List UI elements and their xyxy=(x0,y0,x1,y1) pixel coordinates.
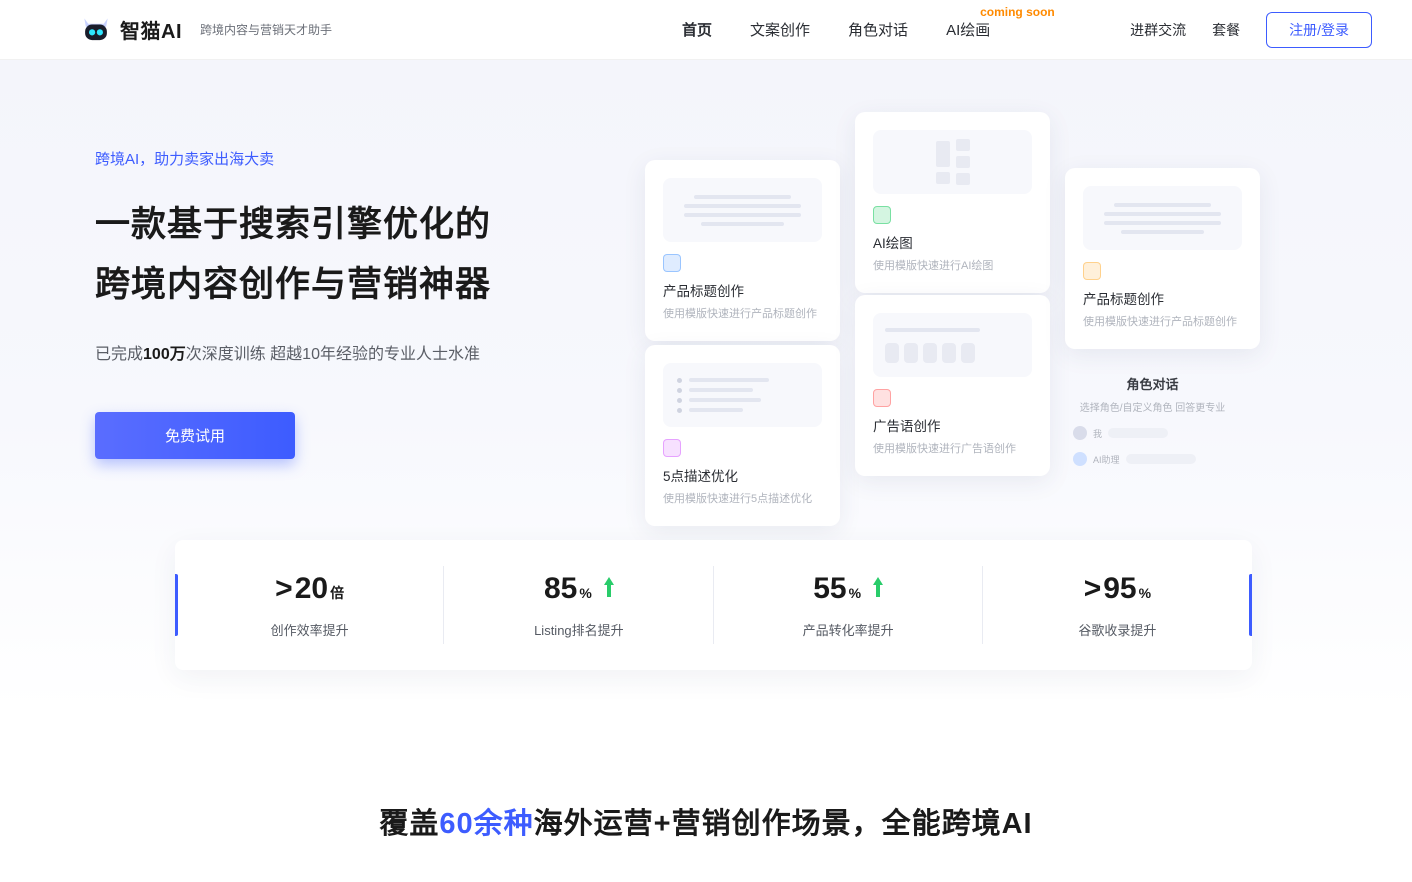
feature-card-sub: 选择角色/自定义角色 回答更专业 xyxy=(1065,399,1240,414)
stat-listing-rank: 85 % Listing排名提升 xyxy=(444,540,713,670)
feature-card-title: 角色对话 xyxy=(1065,374,1240,393)
stat-label: 产品转化率提升 xyxy=(803,620,894,639)
main-nav: 首页 文案创作 角色对话 AI绘画 coming soon xyxy=(682,19,990,40)
brand-tagline: 跨境内容与营销天才助手 xyxy=(200,21,332,38)
chat-line-user: 我 xyxy=(1065,426,1240,440)
arrow-up-icon xyxy=(863,576,885,598)
stat-prefix: > xyxy=(1084,572,1102,606)
feature-card-sub: 使用模版快速进行产品标题创作 xyxy=(663,305,822,321)
coming-soon-badge: coming soon xyxy=(980,5,1055,19)
card-thumb-placeholder xyxy=(663,178,822,242)
cat-robot-icon xyxy=(80,16,112,44)
hero-title-line2: 跨境内容创作与营销神器 xyxy=(95,255,655,315)
feature-card-title: 广告语创作 xyxy=(873,415,1032,435)
nav-ai-paint[interactable]: AI绘画 coming soon xyxy=(946,19,990,40)
brand-logo[interactable]: 智猫AI 跨境内容与营销天才助手 xyxy=(80,15,332,44)
chat-line-ai: AI助理 xyxy=(1065,452,1240,466)
scenarios-section-title: 覆盖60余种海外运营+营销创作场景，全能跨境AI xyxy=(0,800,1412,842)
header-actions: 进群交流 套餐 注册/登录 xyxy=(1130,12,1372,48)
card-thumb-placeholder xyxy=(873,313,1032,377)
feature-card-product-title[interactable]: 产品标题创作 使用模版快速进行产品标题创作 xyxy=(645,160,840,341)
stat-prefix: > xyxy=(275,572,293,606)
stat-value: 20 xyxy=(295,572,328,606)
hero-tagline: 跨境AI，助力卖家出海大卖 xyxy=(95,148,655,169)
card-thumb-placeholder xyxy=(873,130,1032,194)
hero-title-line1: 一款基于搜索引擎优化的 xyxy=(95,195,655,255)
nav-ai-paint-label: AI绘画 xyxy=(946,22,990,39)
stat-unit: % xyxy=(849,585,861,601)
feature-card-five-point[interactable]: 5点描述优化 使用模版快速进行5点描述优化 xyxy=(645,345,840,526)
feature-card-sub: 使用模版快速进行AI绘图 xyxy=(873,257,1032,273)
stat-unit: % xyxy=(579,585,591,601)
feature-card-slogan[interactable]: 广告语创作 使用模版快速进行广告语创作 xyxy=(855,295,1050,476)
app-header: 智猫AI 跨境内容与营销天才助手 首页 文案创作 角色对话 AI绘画 comin… xyxy=(0,0,1412,60)
stat-conversion: 55 % 产品转化率提升 xyxy=(714,540,983,670)
stat-label: 谷歌收录提升 xyxy=(1078,620,1156,639)
card-thumb-placeholder xyxy=(663,363,822,427)
stat-label: 创作效率提升 xyxy=(271,620,349,639)
stat-efficiency: > 20 倍 创作效率提升 xyxy=(175,540,444,670)
doc-icon xyxy=(663,439,681,457)
card-thumb-placeholder xyxy=(1083,186,1242,250)
doc-icon xyxy=(663,254,681,272)
hero-subtitle: 已完成100万次深度训练 超越10年经验的专业人士水准 xyxy=(95,340,655,364)
hero-copy: 跨境AI，助力卖家出海大卖 一款基于搜索引擎优化的 跨境内容创作与营销神器 已完… xyxy=(95,120,655,459)
doc-icon xyxy=(1083,262,1101,280)
link-join-group[interactable]: 进群交流 xyxy=(1130,20,1186,40)
brand-name: 智猫AI xyxy=(120,15,182,44)
stat-unit: % xyxy=(1139,585,1151,601)
feature-card-product-title-2[interactable]: 产品标题创作 使用模版快速进行产品标题创作 xyxy=(1065,168,1260,349)
link-plans[interactable]: 套餐 xyxy=(1212,20,1240,40)
image-icon xyxy=(873,206,891,224)
hero-title: 一款基于搜索引擎优化的 跨境内容创作与营销神器 xyxy=(95,195,655,314)
nav-home[interactable]: 首页 xyxy=(682,19,712,40)
nav-copywriting[interactable]: 文案创作 xyxy=(750,19,810,40)
stat-value: 55 xyxy=(813,572,846,606)
stat-value: 85 xyxy=(544,572,577,606)
stats-bar: > 20 倍 创作效率提升 85 % Listing排名提升 55 % xyxy=(175,540,1252,670)
feature-card-ai-draw[interactable]: AI绘图 使用模版快速进行AI绘图 xyxy=(855,112,1050,293)
feature-card-cluster: 产品标题创作 使用模版快速进行产品标题创作 5点描述优化 使用模版快速进行5点描… xyxy=(645,120,1332,520)
feature-card-sub: 使用模版快速进行广告语创作 xyxy=(873,440,1032,456)
arrow-up-icon xyxy=(594,576,616,598)
ai-avatar-icon xyxy=(1073,452,1087,466)
user-avatar-icon xyxy=(1073,426,1087,440)
feature-card-sub: 使用模版快速进行5点描述优化 xyxy=(663,490,822,506)
stat-unit: 倍 xyxy=(330,583,344,603)
feature-card-title: 产品标题创作 xyxy=(1083,288,1242,308)
feature-card-title: AI绘图 xyxy=(873,232,1032,252)
megaphone-icon xyxy=(873,389,891,407)
login-button[interactable]: 注册/登录 xyxy=(1266,12,1372,48)
feature-card-title: 5点描述优化 xyxy=(663,465,822,485)
stat-label: Listing排名提升 xyxy=(534,620,624,639)
hero-section: 跨境AI，助力卖家出海大卖 一款基于搜索引擎优化的 跨境内容创作与营销神器 已完… xyxy=(0,60,1412,710)
feature-card-role-chat[interactable]: 角色对话 选择角色/自定义角色 回答更专业 我 AI助理 xyxy=(1065,360,1240,466)
nav-role-chat[interactable]: 角色对话 xyxy=(848,19,908,40)
free-trial-button[interactable]: 免费试用 xyxy=(95,412,295,459)
feature-card-title: 产品标题创作 xyxy=(663,280,822,300)
stat-google-index: > 95 % 谷歌收录提升 xyxy=(983,540,1252,670)
stat-value: 95 xyxy=(1103,572,1136,606)
feature-card-sub: 使用模版快速进行产品标题创作 xyxy=(1083,313,1242,329)
